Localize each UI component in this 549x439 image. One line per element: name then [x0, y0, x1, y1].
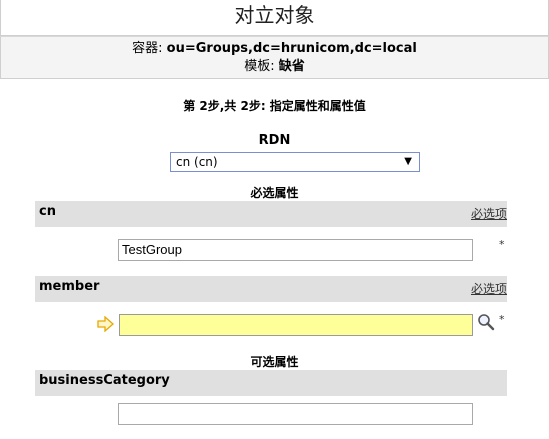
required-link-cn[interactable]: 必选项 — [471, 201, 507, 227]
attr-name-businesscategory: businessCategory — [39, 373, 170, 388]
template-label: 模板: — [244, 59, 275, 74]
arrow-right-icon[interactable] — [97, 315, 115, 333]
step-indicator: 第 2步,共 2步: 指定属性和属性值 — [183, 99, 366, 113]
attr-header-cn: cn 必选项 — [35, 201, 507, 227]
template-line: 模板: 缺省 — [1, 58, 548, 76]
template-value: 缺省 — [278, 59, 305, 74]
attr-header-member: member 必选项 — [35, 276, 507, 302]
member-input[interactable] — [119, 314, 473, 336]
container-line: 容器: ou=Groups,dc=hrunicom,dc=local — [1, 37, 548, 58]
required-link-member[interactable]: 必选项 — [471, 276, 507, 302]
magnifier-icon[interactable] — [477, 313, 495, 331]
attr-name-cn: cn — [39, 204, 56, 219]
required-star-cn: * — [499, 238, 505, 251]
rdn-select[interactable]: cn (cn) ▼ — [170, 152, 420, 172]
container-value: ou=Groups,dc=hrunicom,dc=local — [166, 41, 417, 56]
container-label: 容器: — [132, 41, 163, 56]
info-panel: 容器: ou=Groups,dc=hrunicom,dc=local 模板: 缺… — [0, 36, 549, 79]
dropdown-arrow-icon: ▼ — [404, 156, 412, 167]
rdn-selected-value: cn (cn) — [176, 155, 218, 169]
rdn-label: RDN — [258, 133, 291, 148]
attr-header-businesscategory: businessCategory — [35, 370, 507, 396]
page-title: 对立对象 — [0, 0, 549, 36]
cn-input[interactable]: TestGroup — [118, 239, 473, 261]
required-star-member: * — [499, 313, 505, 326]
businesscategory-input[interactable] — [118, 403, 473, 425]
attr-name-member: member — [39, 279, 100, 294]
required-section-title: 必选属性 — [250, 186, 299, 200]
